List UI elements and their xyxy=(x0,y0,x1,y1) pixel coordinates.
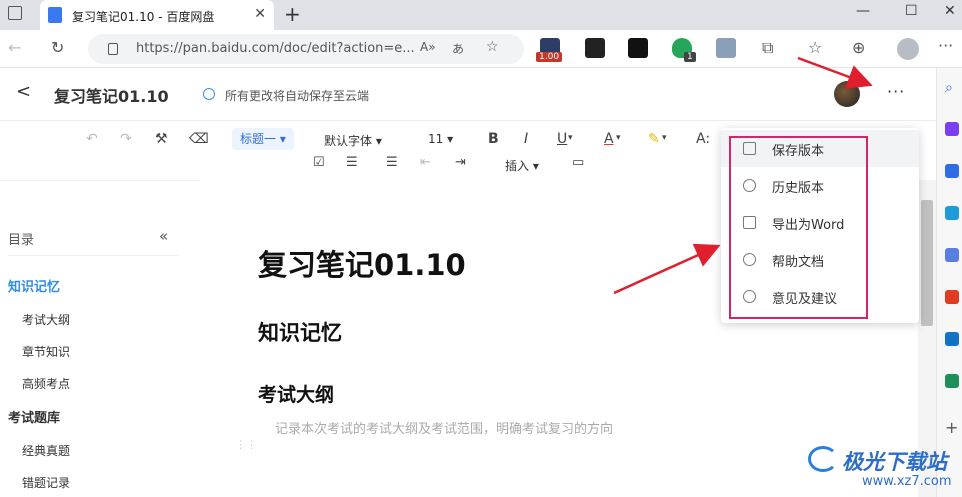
watermark-text: 极光下载站 xyxy=(842,450,947,474)
watermark-url: www.xz7.com xyxy=(862,474,952,489)
arrow-to-menu xyxy=(613,243,721,295)
watermark-logo-icon xyxy=(808,446,838,472)
arrow-to-more-options xyxy=(797,56,873,89)
annotation-arrows xyxy=(613,56,873,295)
